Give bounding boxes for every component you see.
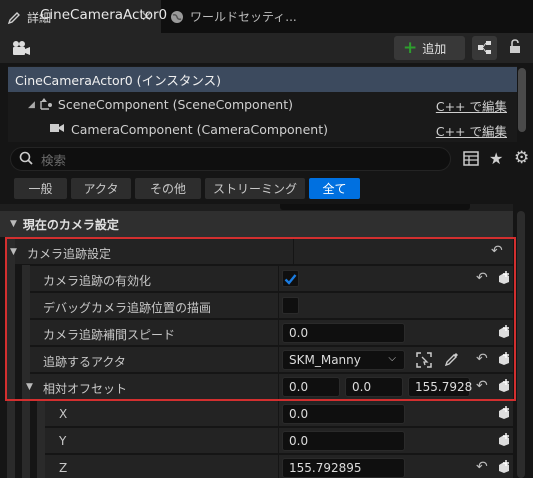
property-label: デバッグカメラ追跡位置の描画 bbox=[43, 301, 212, 315]
tracking-enable-checkbox[interactable] bbox=[282, 270, 299, 287]
collapse-arrow-icon[interactable]: ◢ bbox=[28, 100, 35, 110]
keyframe-icon[interactable] bbox=[497, 406, 511, 420]
edit-in-cpp-link[interactable]: C++ で編集 bbox=[436, 96, 507, 115]
keyframe-icon[interactable] bbox=[497, 271, 511, 285]
section-title: 現在のカメラ設定 bbox=[22, 217, 119, 232]
property-row: カメラ追跡補間スピード 0.0 bbox=[30, 320, 513, 346]
search-icon bbox=[19, 151, 33, 168]
details-scrollbar[interactable] bbox=[517, 211, 525, 478]
chevron-down-icon[interactable]: ▼ bbox=[10, 247, 17, 257]
search-input[interactable]: 検索 bbox=[10, 147, 451, 171]
property-row: Y 0.0 bbox=[45, 428, 513, 454]
globe-icon bbox=[169, 9, 185, 25]
tab-world-settings[interactable]: ワールドセッティ... bbox=[163, 0, 303, 33]
filter-label: アクタ bbox=[83, 182, 119, 196]
offset-z-field[interactable]: 155.7928 bbox=[408, 377, 472, 397]
offset-z-detail-field[interactable]: 155.792895 bbox=[282, 458, 405, 478]
property-row: カメラ追跡の有効化 ↶ bbox=[30, 266, 513, 292]
property-label: Z bbox=[59, 461, 68, 475]
filter-label: 全て bbox=[322, 182, 347, 196]
filter-streaming[interactable]: ストリーミング bbox=[205, 178, 305, 199]
keyframe-icon[interactable] bbox=[497, 433, 511, 447]
property-label: 追跡するアクタ bbox=[43, 355, 126, 369]
section-current-camera-settings[interactable]: ▼ 現在のカメラ設定 bbox=[0, 211, 513, 237]
add-label: 追加 bbox=[422, 41, 447, 56]
reset-arrow-icon[interactable]: ↶ bbox=[491, 243, 503, 259]
edit-in-cpp-link[interactable]: C++ で編集 bbox=[436, 121, 507, 140]
add-component-button[interactable]: + 追加 bbox=[394, 36, 465, 60]
filter-label: その他 bbox=[149, 182, 186, 196]
actor-to-track-dropdown[interactable]: SKM_Manny ⌵ bbox=[282, 350, 405, 370]
filter-label: ストリーミング bbox=[212, 182, 297, 196]
group-title: カメラ追跡設定 bbox=[27, 247, 112, 261]
filter-general[interactable]: 一般 bbox=[14, 178, 67, 199]
debug-draw-checkbox[interactable] bbox=[282, 297, 299, 314]
select-actor-icon[interactable] bbox=[416, 352, 432, 371]
property-label: 相対オフセット bbox=[43, 382, 128, 396]
star-icon[interactable]: ★ bbox=[489, 149, 503, 168]
property-row: Z 155.792895 ↶ bbox=[45, 455, 513, 478]
property-row: デバッグカメラ追跡位置の描画 bbox=[30, 293, 513, 319]
blueprint-button[interactable] bbox=[472, 36, 497, 60]
group-camera-tracking[interactable]: ▼ カメラ追跡設定 ↶ bbox=[10, 239, 513, 265]
property-label: カメラ追跡の有効化 bbox=[43, 274, 152, 288]
chevron-down-icon: ⌵ bbox=[388, 353, 396, 364]
keyframe-icon[interactable] bbox=[497, 325, 511, 339]
property-label: X bbox=[59, 407, 68, 421]
checkmark-icon bbox=[284, 273, 297, 285]
offset-x-field[interactable]: 0.0 bbox=[282, 377, 340, 397]
eyedropper-icon[interactable] bbox=[444, 351, 460, 370]
reset-arrow-icon[interactable]: ↶ bbox=[476, 351, 488, 367]
tree-item-scene-component[interactable]: ◢ SceneComponent (SceneComponent) C++ で編… bbox=[8, 92, 517, 117]
chevron-down-icon[interactable]: ▼ bbox=[26, 382, 33, 392]
tree-item-actor-instance[interactable]: CineCameraActor0 (インスタンス) bbox=[8, 67, 517, 92]
filter-label: 一般 bbox=[28, 182, 53, 196]
indent-gutter bbox=[7, 237, 15, 478]
tab-label: ワールドセッティ... bbox=[190, 10, 297, 24]
filter-misc[interactable]: その他 bbox=[135, 178, 201, 199]
keyframe-icon[interactable] bbox=[497, 460, 511, 474]
table-view-icon[interactable] bbox=[463, 151, 479, 169]
actor-title: CineCameraActor0 bbox=[40, 7, 168, 23]
tree-item-label: SceneComponent (SceneComponent) bbox=[57, 97, 294, 112]
camera-component-icon bbox=[49, 122, 65, 137]
keyframe-icon[interactable] bbox=[497, 379, 511, 393]
blueprint-icon bbox=[478, 41, 491, 54]
scene-component-icon bbox=[39, 96, 55, 113]
pencil-icon bbox=[6, 10, 22, 26]
property-row: ▼ 相対オフセット 0.0 0.0 155.7928 ↶ bbox=[26, 374, 513, 400]
chevron-down-icon[interactable]: ▼ bbox=[10, 219, 17, 229]
reset-arrow-icon[interactable]: ↶ bbox=[476, 459, 488, 475]
property-label: カメラ追跡補間スピード bbox=[43, 328, 176, 342]
offset-x-detail-field[interactable]: 0.0 bbox=[282, 404, 405, 424]
indent-gutter bbox=[37, 400, 45, 478]
camera-actor-icon bbox=[12, 40, 32, 59]
keyframe-icon[interactable] bbox=[497, 352, 511, 366]
dropdown-value: SKM_Manny bbox=[289, 353, 361, 367]
plus-icon: + bbox=[403, 38, 418, 58]
property-row: X 0.0 bbox=[45, 401, 513, 427]
filter-all[interactable]: 全て bbox=[309, 178, 360, 199]
tree-item-label: CineCameraActor0 (インスタンス) bbox=[15, 73, 221, 88]
property-top-edge bbox=[0, 204, 513, 211]
indent-gutter bbox=[22, 263, 30, 478]
reset-arrow-icon[interactable]: ↶ bbox=[476, 378, 488, 394]
offset-y-field[interactable]: 0.0 bbox=[345, 377, 403, 397]
search-placeholder: 検索 bbox=[41, 152, 67, 168]
reset-arrow-icon[interactable]: ↶ bbox=[476, 270, 488, 286]
filter-actor[interactable]: アクタ bbox=[71, 178, 131, 199]
interp-speed-field[interactable]: 0.0 bbox=[282, 323, 405, 343]
offset-y-detail-field[interactable]: 0.0 bbox=[282, 431, 405, 451]
property-row: 追跡するアクタ SKM_Manny ⌵ ↶ bbox=[30, 347, 513, 373]
tree-scrollbar[interactable] bbox=[518, 68, 526, 132]
tree-item-camera-component[interactable]: CameraComponent (CameraComponent) C++ で編… bbox=[8, 117, 517, 142]
tree-item-label: CameraComponent (CameraComponent) bbox=[71, 122, 328, 137]
property-label: Y bbox=[59, 434, 67, 448]
lock-icon[interactable] bbox=[508, 38, 522, 57]
gear-icon[interactable]: ⚙ bbox=[514, 148, 529, 168]
